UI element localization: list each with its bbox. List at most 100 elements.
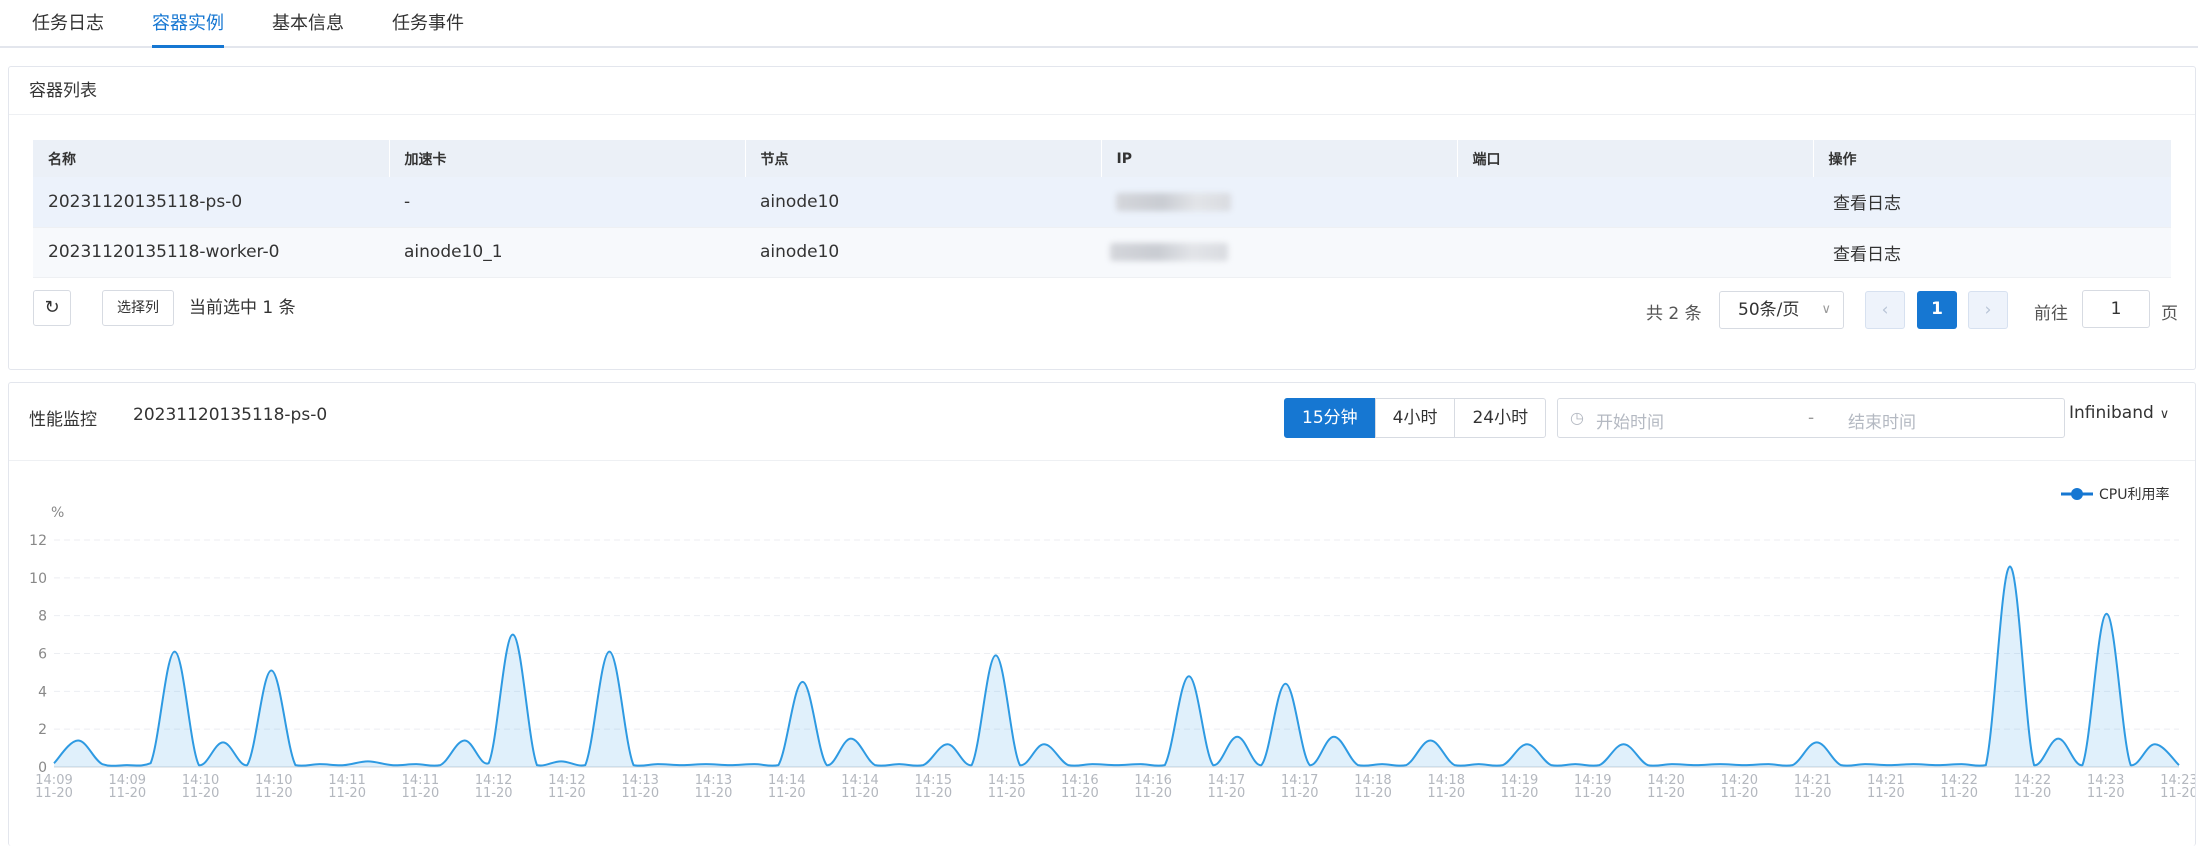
y-tick-label: 8 <box>38 609 47 625</box>
date-range-separator: - <box>1808 408 1815 428</box>
metric-select[interactable]: Infiniband ∨ <box>2069 403 2169 423</box>
x-tick-label: 11-20 <box>401 786 439 801</box>
x-tick-label: 11-20 <box>1501 786 1539 801</box>
chevron-down-icon: ∨ <box>1821 302 1831 317</box>
container-table: 名称 加速卡 节点 IP 端口 操作 20231120135118-ps-0 -… <box>33 140 2172 278</box>
x-tick-label: 11-20 <box>1061 786 1099 801</box>
x-tick-label: 11-20 <box>1134 786 1172 801</box>
y-tick-label: 12 <box>29 533 47 549</box>
cell-port <box>1457 227 1813 278</box>
redacted-ip <box>1110 243 1228 261</box>
x-tick-label: 11-20 <box>2087 786 2125 801</box>
chevron-right-icon: › <box>1984 300 1992 320</box>
x-tick-label: 11-20 <box>1574 786 1612 801</box>
series-line-cpu <box>53 565 2180 767</box>
cell-name: 20231120135118-worker-0 <box>33 227 389 278</box>
cell-card: ainode10_1 <box>389 227 745 278</box>
selected-count: 当前选中 1 条 <box>189 298 296 318</box>
monitor-instance-name: 20231120135118-ps-0 <box>133 405 328 425</box>
column-header-action: 操作 <box>1813 140 2172 177</box>
x-tick-label: 11-20 <box>914 786 952 801</box>
x-tick-label: 11-20 <box>1720 786 1758 801</box>
tab-task-log[interactable]: 任务日志 <box>32 10 104 46</box>
cell-name: 20231120135118-ps-0 <box>33 177 389 228</box>
performance-monitor-card: 性能监控 20231120135118-ps-0 15分钟 4小时 24小时 ◷… <box>8 382 2196 846</box>
x-tick-label: 11-20 <box>1940 786 1978 801</box>
series-area-cpu <box>54 566 2179 767</box>
x-tick-label: 11-20 <box>328 786 366 801</box>
x-tick-label: 11-20 <box>35 786 73 801</box>
range-15min-button[interactable]: 15分钟 <box>1284 398 1376 438</box>
x-tick-label: 11-20 <box>2160 786 2195 801</box>
cell-node: ainode10 <box>745 177 1101 228</box>
y-axis-label: % <box>51 505 64 521</box>
x-tick-label: 11-20 <box>1281 786 1319 801</box>
x-tick-label: 11-20 <box>1647 786 1685 801</box>
page-number-current[interactable]: 1 <box>1917 291 1957 329</box>
y-tick-label: 4 <box>38 684 47 700</box>
tab-bar: 任务日志 容器实例 基本信息 任务事件 <box>0 0 2198 48</box>
cell-port <box>1457 177 1813 228</box>
monitor-header: 性能监控 20231120135118-ps-0 15分钟 4小时 24小时 ◷… <box>9 383 2195 461</box>
container-list-card: 容器列表 名称 加速卡 节点 IP 端口 操作 20231120135118-p… <box>8 66 2196 370</box>
x-tick-label: 11-20 <box>1208 786 1246 801</box>
container-list-title: 容器列表 <box>9 67 2195 115</box>
column-header-card: 加速卡 <box>389 140 746 177</box>
x-tick-label: 11-20 <box>695 786 733 801</box>
view-log-link[interactable]: 查看日志 <box>1813 227 2171 278</box>
pagination-total: 共 2 条 <box>1646 304 1702 324</box>
x-tick-label: 11-20 <box>988 786 1026 801</box>
column-header-ip: IP <box>1101 140 1458 177</box>
table-row[interactable]: 20231120135118-ps-0 - ainode10 查看日志 <box>33 177 2171 228</box>
metric-select-value: Infiniband <box>2069 403 2154 423</box>
start-time-input[interactable]: 开始时间 <box>1596 408 1664 433</box>
next-page-button[interactable]: › <box>1968 291 2008 329</box>
x-tick-label: 11-20 <box>1794 786 1832 801</box>
legend-label: CPU利用率 <box>2099 486 2169 503</box>
x-tick-label: 11-20 <box>108 786 146 801</box>
tab-task-events[interactable]: 任务事件 <box>392 10 464 46</box>
x-tick-label: 11-20 <box>1354 786 1392 801</box>
column-header-port: 端口 <box>1457 140 1814 177</box>
goto-label: 前往 <box>2034 304 2068 324</box>
chart-x-axis: 14:0911-2014:0911-2014:1011-2014:1011-20… <box>35 773 2195 801</box>
goto-page-input[interactable] <box>2082 290 2150 328</box>
table-header-row: 名称 加速卡 节点 IP 端口 操作 <box>33 140 2172 177</box>
cell-node: ainode10 <box>745 227 1101 278</box>
page-size-select[interactable]: 50条/页 ∨ <box>1719 291 1844 329</box>
cpu-usage-chart: 024681012 % 14:0911-2014:0911-2014:1011-… <box>29 486 2195 801</box>
chart-legend[interactable]: CPU利用率 <box>2061 486 2169 503</box>
tab-container-instances[interactable]: 容器实例 <box>152 10 224 48</box>
end-time-input[interactable]: 结束时间 <box>1848 408 1916 433</box>
chart-grid <box>54 539 2179 768</box>
date-range-picker[interactable]: ◷ 开始时间 - 结束时间 <box>1557 398 2065 438</box>
x-tick-label: 11-20 <box>182 786 220 801</box>
range-4h-button[interactable]: 4小时 <box>1374 398 1456 438</box>
select-columns-button[interactable]: 选择列 <box>102 290 174 326</box>
refresh-button[interactable]: ↻ <box>33 290 71 326</box>
y-tick-label: 10 <box>29 571 47 587</box>
range-24h-button[interactable]: 24小时 <box>1454 398 1547 438</box>
x-tick-label: 11-20 <box>841 786 879 801</box>
chevron-down-icon: ∨ <box>2159 407 2170 422</box>
x-tick-label: 11-20 <box>768 786 806 801</box>
view-log-link[interactable]: 查看日志 <box>1813 177 2171 228</box>
y-tick-label: 2 <box>38 722 47 738</box>
clock-icon: ◷ <box>1570 408 1584 427</box>
x-tick-label: 11-20 <box>1867 786 1905 801</box>
y-tick-label: 6 <box>38 647 47 663</box>
x-tick-label: 11-20 <box>475 786 513 801</box>
x-tick-label: 11-20 <box>2014 786 2052 801</box>
cell-ip <box>1101 177 1457 228</box>
x-tick-label: 11-20 <box>255 786 293 801</box>
prev-page-button[interactable]: ‹ <box>1865 291 1905 329</box>
column-header-node: 节点 <box>745 140 1102 177</box>
cell-card: - <box>389 177 745 228</box>
table-row[interactable]: 20231120135118-worker-0 ainode10_1 ainod… <box>33 227 2171 278</box>
x-tick-label: 11-20 <box>621 786 659 801</box>
refresh-icon: ↻ <box>44 297 60 318</box>
cell-ip <box>1101 227 1457 278</box>
x-tick-label: 11-20 <box>1427 786 1465 801</box>
goto-suffix: 页 <box>2161 304 2178 324</box>
tab-basic-info[interactable]: 基本信息 <box>272 10 344 46</box>
